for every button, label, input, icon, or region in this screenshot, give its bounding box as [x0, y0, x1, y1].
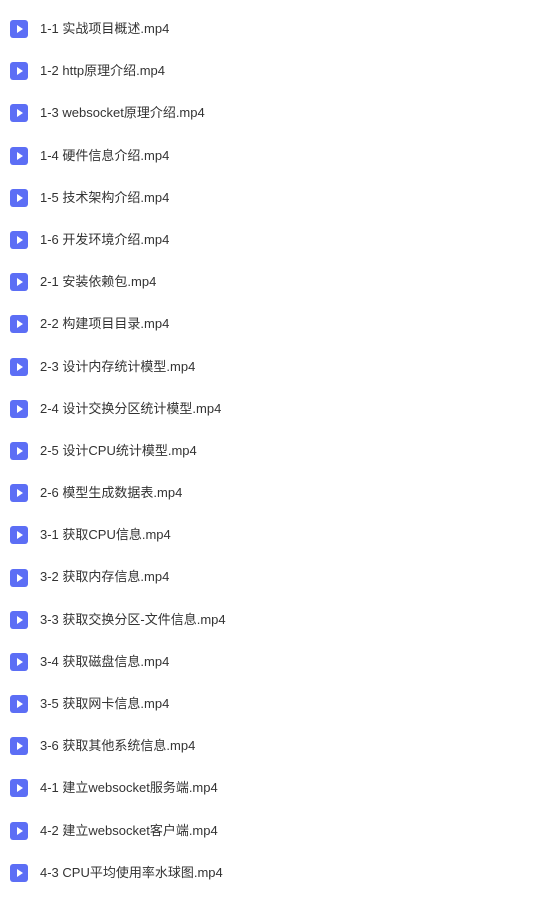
video-play-icon	[10, 779, 28, 797]
file-item[interactable]: 3-2 获取内存信息.mp4	[0, 556, 538, 598]
file-name-label: 3-1 获取CPU信息.mp4	[40, 526, 171, 544]
file-name-label: 2-2 构建项目目录.mp4	[40, 315, 169, 333]
video-play-icon	[10, 484, 28, 502]
video-play-icon	[10, 822, 28, 840]
video-play-icon	[10, 569, 28, 587]
file-item[interactable]: 1-6 开发环境介绍.mp4	[0, 219, 538, 261]
video-play-icon	[10, 104, 28, 122]
video-play-icon	[10, 611, 28, 629]
video-play-icon	[10, 231, 28, 249]
file-item[interactable]: 1-5 技术架构介绍.mp4	[0, 177, 538, 219]
file-item[interactable]: 4-3 CPU平均使用率水球图.mp4	[0, 852, 538, 894]
file-item[interactable]: 1-1 实战项目概述.mp4	[0, 8, 538, 50]
file-item[interactable]: 1-3 websocket原理介绍.mp4	[0, 92, 538, 134]
file-item[interactable]: 2-3 设计内存统计模型.mp4	[0, 346, 538, 388]
file-name-label: 4-2 建立websocket客户端.mp4	[40, 822, 218, 840]
file-item[interactable]: 4-1 建立websocket服务端.mp4	[0, 767, 538, 809]
file-name-label: 2-4 设计交换分区统计模型.mp4	[40, 400, 221, 418]
file-name-label: 2-1 安装依赖包.mp4	[40, 273, 156, 291]
file-item[interactable]: 2-6 模型生成数据表.mp4	[0, 472, 538, 514]
file-item[interactable]: 2-1 安装依赖包.mp4	[0, 261, 538, 303]
file-item[interactable]: 3-5 获取网卡信息.mp4	[0, 683, 538, 725]
file-item[interactable]: 3-6 获取其他系统信息.mp4	[0, 725, 538, 767]
video-play-icon	[10, 526, 28, 544]
file-item[interactable]: 2-5 设计CPU统计模型.mp4	[0, 430, 538, 472]
file-name-label: 1-3 websocket原理介绍.mp4	[40, 104, 205, 122]
file-name-label: 4-3 CPU平均使用率水球图.mp4	[40, 864, 223, 882]
file-name-label: 1-5 技术架构介绍.mp4	[40, 189, 169, 207]
video-play-icon	[10, 189, 28, 207]
video-play-icon	[10, 400, 28, 418]
file-name-label: 2-3 设计内存统计模型.mp4	[40, 358, 195, 376]
video-play-icon	[10, 442, 28, 460]
video-play-icon	[10, 737, 28, 755]
video-play-icon	[10, 695, 28, 713]
file-item[interactable]: 2-4 设计交换分区统计模型.mp4	[0, 388, 538, 430]
video-play-icon	[10, 864, 28, 882]
file-item[interactable]: 3-1 获取CPU信息.mp4	[0, 514, 538, 556]
file-list: 1-1 实战项目概述.mp4 1-2 http原理介绍.mp4 1-3 websoc…	[0, 8, 538, 894]
file-name-label: 1-1 实战项目概述.mp4	[40, 20, 169, 38]
file-item[interactable]: 4-2 建立websocket客户端.mp4	[0, 810, 538, 852]
video-play-icon	[10, 147, 28, 165]
video-play-icon	[10, 358, 28, 376]
file-name-label: 3-2 获取内存信息.mp4	[40, 568, 169, 586]
file-name-label: 1-2 http原理介绍.mp4	[40, 62, 165, 80]
file-name-label: 2-5 设计CPU统计模型.mp4	[40, 442, 197, 460]
file-item[interactable]: 3-4 获取磁盘信息.mp4	[0, 641, 538, 683]
file-name-label: 2-6 模型生成数据表.mp4	[40, 484, 182, 502]
video-play-icon	[10, 315, 28, 333]
file-name-label: 1-6 开发环境介绍.mp4	[40, 231, 169, 249]
file-name-label: 4-1 建立websocket服务端.mp4	[40, 779, 218, 797]
file-name-label: 3-5 获取网卡信息.mp4	[40, 695, 169, 713]
video-play-icon	[10, 20, 28, 38]
file-item[interactable]: 1-4 硬件信息介绍.mp4	[0, 135, 538, 177]
file-name-label: 3-3 获取交换分区-文件信息.mp4	[40, 611, 226, 629]
file-item[interactable]: 3-3 获取交换分区-文件信息.mp4	[0, 599, 538, 641]
video-play-icon	[10, 653, 28, 671]
file-name-label: 3-6 获取其他系统信息.mp4	[40, 737, 195, 755]
file-item[interactable]: 1-2 http原理介绍.mp4	[0, 50, 538, 92]
video-play-icon	[10, 273, 28, 291]
file-item[interactable]: 2-2 构建项目目录.mp4	[0, 303, 538, 345]
file-name-label: 1-4 硬件信息介绍.mp4	[40, 147, 169, 165]
video-play-icon	[10, 62, 28, 80]
file-name-label: 3-4 获取磁盘信息.mp4	[40, 653, 169, 671]
